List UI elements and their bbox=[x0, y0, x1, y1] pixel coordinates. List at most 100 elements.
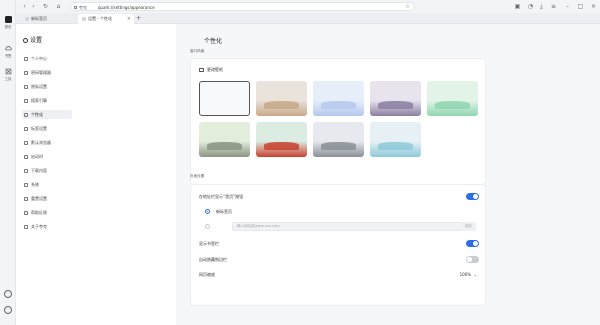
refresh-icon[interactable]: ↻ bbox=[42, 3, 49, 10]
maximize-icon[interactable]: □ bbox=[577, 3, 584, 10]
sidebar-item-about[interactable]: 关于夸克 bbox=[22, 222, 72, 231]
sidebar-item-passwords[interactable]: 密码管理器 bbox=[22, 68, 72, 77]
tab-settings[interactable]: 设置 - 个性化 × bbox=[78, 14, 134, 24]
sidebar-item-default-browser[interactable]: 默认浏览器 bbox=[22, 138, 72, 147]
home-nav-icon[interactable]: ⌂ bbox=[55, 3, 62, 10]
sidebar-item-label: 搜索引擎 bbox=[31, 98, 47, 103]
left-rail: 首页 书签 工具 bbox=[0, 0, 16, 325]
help-circle-icon[interactable] bbox=[4, 290, 12, 298]
sidebar-item-label: 启动时 bbox=[31, 154, 43, 159]
sidebar-item-label: 关于夸克 bbox=[31, 224, 47, 229]
settings-main: 个性化 窗口风格 更改壁纸 页面设置 在地址栏显示“首页”按钮 新标签页 输入网… bbox=[176, 24, 600, 325]
sidebar-item-label: 密码管理器 bbox=[31, 70, 51, 75]
wallpaper-motif bbox=[263, 142, 300, 150]
zoom-row: 网页缩放 100% ⌄ bbox=[199, 269, 479, 280]
sidebar-item-label: 重置设置 bbox=[31, 196, 47, 201]
rail-home[interactable]: 首页 bbox=[1, 16, 15, 29]
show-home-toggle[interactable] bbox=[466, 193, 479, 200]
sidebar-item-label: 系统 bbox=[31, 182, 39, 187]
tab-close-icon[interactable]: × bbox=[127, 14, 131, 24]
wallpaper-motif bbox=[434, 101, 471, 109]
sidebar-item-label: 隐私设置 bbox=[31, 84, 47, 89]
new-tab-plus-icon[interactable]: + bbox=[136, 14, 141, 24]
wallpaper-grey-rocks[interactable] bbox=[313, 122, 364, 157]
browser-icon bbox=[24, 140, 28, 145]
extensions-icon[interactable]: ▣ bbox=[514, 3, 521, 10]
newtab-option-row: 新标签页 bbox=[199, 206, 479, 217]
download-folder-icon bbox=[24, 168, 28, 173]
sidebar-item-startup[interactable]: 启动时 bbox=[22, 152, 72, 161]
sidebar-item-system[interactable]: 系统 bbox=[22, 180, 72, 189]
sidebar-item-downloads[interactable]: 下载内容 bbox=[22, 166, 72, 175]
wallpaper-red-canyon[interactable] bbox=[256, 122, 307, 157]
address-bar[interactable]: 夸克 quark://settings/appearance ☆ bbox=[70, 2, 415, 11]
sidebar-item-tabs[interactable]: 标签设置 bbox=[22, 124, 72, 133]
tools-icon bbox=[5, 68, 11, 75]
settings-gear-icon bbox=[23, 37, 28, 43]
show-bookmarks-toggle[interactable] bbox=[466, 240, 479, 247]
sidebar-item-label: 下载内容 bbox=[31, 168, 47, 173]
search-icon bbox=[24, 98, 28, 103]
custom-url-radio[interactable] bbox=[205, 224, 210, 229]
sidebar-item-appearance[interactable]: 个性化 bbox=[22, 110, 72, 119]
auto-hide-row: 自动隐藏侧边栏 bbox=[199, 254, 479, 265]
settings-circle-icon[interactable] bbox=[4, 306, 12, 314]
auto-hide-toggle[interactable] bbox=[466, 256, 479, 263]
custom-url-input[interactable]: 输入网址如www.xxx.com bbox=[232, 222, 462, 231]
lock-icon bbox=[74, 5, 77, 9]
browser-toolbar: ‹ › ↻ ⌂ 夸克 quark://settings/appearance ☆… bbox=[16, 0, 600, 13]
wallpaper-green-wave[interactable] bbox=[427, 81, 478, 116]
info-icon bbox=[24, 224, 28, 229]
wallpaper-dusk-ridge[interactable] bbox=[370, 81, 421, 116]
minimize-icon[interactable]: – bbox=[564, 3, 571, 10]
monitor-icon bbox=[24, 182, 28, 187]
wallpaper-motif bbox=[206, 142, 243, 150]
sidebar-item-feedback[interactable]: 帮助反馈 bbox=[22, 208, 72, 217]
menu-icon[interactable]: ≡ bbox=[550, 3, 557, 10]
save-button[interactable]: 保存 bbox=[461, 222, 476, 231]
show-home-label: 在地址栏显示“首页”按钮 bbox=[199, 194, 244, 199]
url-text[interactable]: quark://settings/appearance bbox=[98, 5, 155, 10]
sidebar-item-privacy[interactable]: 隐私设置 bbox=[22, 82, 72, 91]
rail-bookmarks[interactable]: 书签 bbox=[1, 45, 15, 58]
download-icon[interactable]: ⤓ bbox=[538, 3, 545, 10]
feedback-icon bbox=[24, 210, 28, 215]
chevron-down-icon[interactable]: ⌄ bbox=[474, 269, 477, 280]
wallpaper-motif bbox=[263, 101, 300, 109]
page-section-label: 页面设置 bbox=[190, 174, 205, 178]
sidebar-item-reset[interactable]: 重置设置 bbox=[22, 194, 72, 203]
tab-newtab[interactable]: 新标签页 bbox=[21, 14, 79, 24]
close-icon[interactable]: × bbox=[590, 3, 597, 10]
forward-icon[interactable]: › bbox=[30, 3, 37, 10]
cloud-icon bbox=[4, 46, 12, 51]
wallpaper-blue-glass[interactable] bbox=[313, 81, 364, 116]
custom-url-row: 输入网址如www.xxx.com 保存 bbox=[199, 221, 479, 232]
settings-favicon bbox=[82, 16, 86, 21]
rail-tools[interactable]: 工具 bbox=[1, 68, 15, 81]
back-icon[interactable]: ‹ bbox=[21, 3, 28, 10]
power-icon bbox=[24, 154, 28, 159]
reset-icon bbox=[24, 196, 28, 201]
newtab-radio[interactable] bbox=[205, 209, 210, 214]
wallpaper-aqua-swirl[interactable] bbox=[370, 122, 421, 157]
wallpaper-motif bbox=[320, 142, 357, 150]
sidebar-item-profile[interactable]: 个人中心 bbox=[22, 54, 72, 63]
show-bookmarks-label: 显示书签栏 bbox=[199, 241, 219, 246]
page-title: 个性化 bbox=[204, 38, 223, 45]
auto-hide-label: 自动隐藏侧边栏 bbox=[199, 257, 227, 262]
star-icon[interactable]: ☆ bbox=[405, 4, 410, 10]
zoom-value[interactable]: 100% bbox=[460, 269, 471, 280]
history-icon[interactable]: ◔ bbox=[527, 3, 534, 10]
wallpaper-motif bbox=[377, 142, 414, 150]
settings-title-text: 设置 bbox=[30, 37, 43, 44]
sidebar-item-label: 默认浏览器 bbox=[31, 140, 51, 145]
sidebar-item-search[interactable]: 搜索引擎 bbox=[22, 96, 72, 105]
wallpaper-desert[interactable] bbox=[256, 81, 307, 116]
newtab-option-label: 新标签页 bbox=[216, 209, 232, 214]
wallpaper-light-default[interactable] bbox=[199, 81, 250, 116]
wallpaper-header: 更改壁纸 bbox=[199, 67, 223, 73]
wallpaper-rocks-green[interactable] bbox=[199, 122, 250, 157]
sidebar-item-label: 标签设置 bbox=[31, 126, 47, 131]
newtab-favicon bbox=[25, 16, 29, 21]
sidebar-item-label: 个人中心 bbox=[31, 56, 47, 61]
